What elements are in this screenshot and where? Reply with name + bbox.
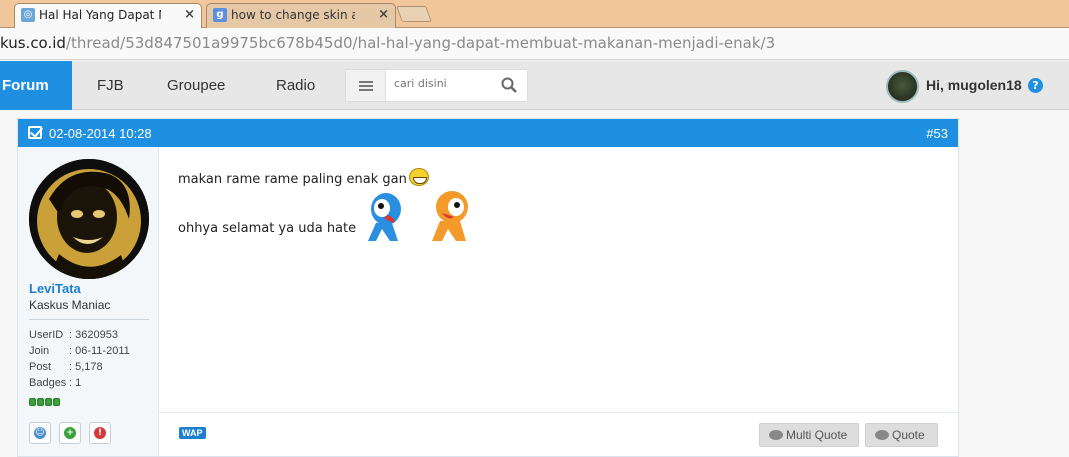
stat-row: Join : 06-11-2011 xyxy=(29,343,130,359)
tab-label: Hal Hal Yang Dapat Memb xyxy=(39,8,161,22)
new-tab-button[interactable] xyxy=(396,6,432,22)
nav-forum[interactable]: Forum xyxy=(0,61,72,110)
view-profile-button[interactable]: ☺ xyxy=(29,422,51,444)
stat-value: : 3620953 xyxy=(69,329,118,341)
post-text: ohhya selamat ya uda hate xyxy=(178,221,357,236)
stat-value: : 5,178 xyxy=(69,361,103,373)
tab-kaskus-thread[interactable]: ◎ Hal Hal Yang Dapat Memb × xyxy=(14,3,202,28)
hug-emoticon-icon xyxy=(368,191,468,241)
speech-bubble-icon xyxy=(875,430,889,440)
url-path: /thread/53d847501a9975bc678b45d0/hal-hal… xyxy=(65,34,776,52)
google-icon: g xyxy=(213,8,227,22)
stat-row: Post : 5,178 xyxy=(29,359,130,375)
search-icon[interactable] xyxy=(501,77,517,93)
post-line: makan rame rame paling enak gan xyxy=(178,168,429,187)
reputation-bar xyxy=(29,398,60,406)
user-profile-picture[interactable] xyxy=(29,159,149,279)
nav-fjb[interactable]: FJB xyxy=(97,61,124,110)
multi-quote-button[interactable]: Multi Quote xyxy=(759,423,859,447)
user-avatar[interactable] xyxy=(886,70,919,103)
stat-label: Join xyxy=(29,345,50,357)
forum-post: 02-08-2014 10:28 #53 LeviTata Kaskus Man… xyxy=(17,118,959,457)
search-input[interactable] xyxy=(394,77,494,90)
stat-row: Badges: 1 xyxy=(29,375,130,391)
report-button[interactable]: ! xyxy=(89,422,111,444)
post-line: ohhya selamat ya uda hate xyxy=(178,221,356,236)
kaskus-icon: ◎ xyxy=(21,8,35,22)
post-text: makan rame rame paling enak gan xyxy=(178,172,407,187)
quote-button[interactable]: Quote xyxy=(865,423,938,447)
url-host: kus.co.id xyxy=(0,34,66,52)
help-icon[interactable]: ? xyxy=(1028,78,1043,93)
plus-icon: + xyxy=(64,427,76,439)
speech-bubbles-icon xyxy=(769,430,783,440)
address-bar[interactable]: kus.co.id/thread/53d847501a9975bc678b45d… xyxy=(0,28,1069,60)
multi-quote-label: Multi Quote xyxy=(786,428,848,442)
site-navbar: Forum FJB Groupee Radio Hi, mugolen18 ? xyxy=(0,61,1069,110)
grin-emoticon-icon xyxy=(408,168,429,186)
report-icon: ! xyxy=(94,427,106,439)
profile-portrait-icon xyxy=(29,159,149,279)
stat-label: Post xyxy=(29,361,52,373)
list-menu-icon[interactable] xyxy=(346,70,386,101)
user-stats: UserID : 3620953 Join : 06-11-2011 Post : 5… xyxy=(29,327,130,391)
stat-row: UserID : 3620953 xyxy=(29,327,130,343)
nav-groupee[interactable]: Groupee xyxy=(167,61,225,110)
stat-value: : 06-11-2011 xyxy=(69,345,130,357)
nav-radio[interactable]: Radio xyxy=(276,61,315,110)
username-link[interactable]: LeviTata xyxy=(29,281,81,296)
add-reputation-button[interactable]: + xyxy=(59,422,81,444)
post-number[interactable]: #53 xyxy=(926,126,948,141)
post-header: 02-08-2014 10:28 #53 xyxy=(18,119,958,147)
tab-google-search[interactable]: g how to change skin attack × xyxy=(206,3,396,28)
url-text[interactable]: kus.co.id/thread/53d847501a9975bc678b45d… xyxy=(0,34,775,52)
divider xyxy=(29,319,149,320)
stat-label: Badges xyxy=(29,377,67,389)
post-footer: WAP Multi Quote Quote xyxy=(159,412,958,457)
search-box xyxy=(345,69,528,102)
reputation-pip xyxy=(29,398,36,406)
stat-label: UserID xyxy=(29,329,64,341)
reputation-pip xyxy=(53,398,60,406)
reputation-pip xyxy=(45,398,52,406)
user-greeting[interactable]: Hi, mugolen18 xyxy=(926,61,1022,110)
post-date: 02-08-2014 10:28 xyxy=(49,126,152,141)
checkbox-icon[interactable] xyxy=(28,126,42,139)
user-rank: Kaskus Maniac xyxy=(29,298,111,312)
user-panel: LeviTata Kaskus Maniac UserID : 3620953 J… xyxy=(18,147,159,456)
profile-icon: ☺ xyxy=(34,427,46,439)
wap-icon: WAP xyxy=(179,427,206,439)
reputation-pip xyxy=(37,398,44,406)
tab-label: how to change skin attack xyxy=(231,8,355,22)
browser-tabstrip: ◎ Hal Hal Yang Dapat Memb × g how to cha… xyxy=(0,0,1069,28)
close-tab-icon[interactable]: × xyxy=(184,4,195,26)
stat-value: : 1 xyxy=(69,377,82,389)
close-tab-icon[interactable]: × xyxy=(378,4,389,26)
quote-label: Quote xyxy=(892,428,925,442)
